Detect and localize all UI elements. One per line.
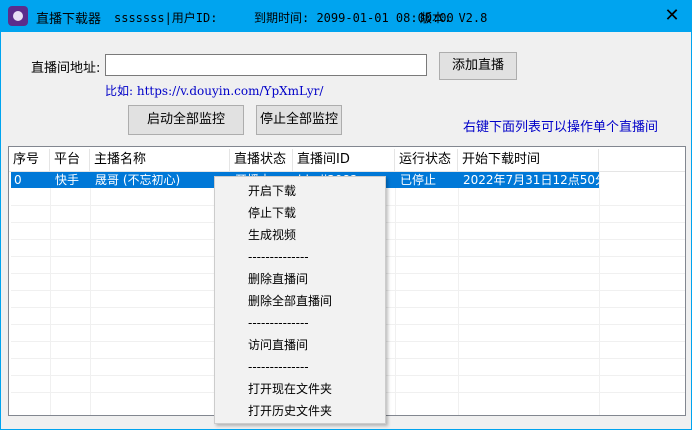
url-example-text: 比如: https://v.douyin.com/YpXmLyr/ xyxy=(105,84,324,98)
stop-all-monitor-button[interactable]: 停止全部监控 xyxy=(256,105,342,135)
menu-item-open-current-folder[interactable]: 打开现在文件夹 xyxy=(248,380,332,398)
app-window: 直播下载器 sssssss|用户ID: 到期时间: 2099-01-01 08:… xyxy=(0,0,692,430)
title-bar[interactable]: 直播下载器 sssssss|用户ID: 到期时间: 2099-01-01 08:… xyxy=(0,0,692,32)
column-header-platform[interactable]: 平台 xyxy=(50,149,90,171)
version-label: 版本: V2.8 xyxy=(420,11,488,25)
cell-streamer: 晟哥 (不忘初心) xyxy=(95,173,181,187)
menu-item-stop-download[interactable]: 停止下载 xyxy=(248,204,296,222)
menu-separator: -------------- xyxy=(248,250,309,264)
column-gridline xyxy=(90,172,91,415)
menu-item-start-download[interactable]: 开启下载 xyxy=(248,182,296,200)
context-menu: 开启下载 停止下载 生成视频 -------------- 删除直播间 删除全部… xyxy=(214,176,386,424)
column-header-streamer[interactable]: 主播名称 xyxy=(90,149,230,171)
url-label: 直播间地址: xyxy=(31,61,101,76)
column-header-run-status[interactable]: 运行状态 xyxy=(395,149,458,171)
window-title: 直播下载器 xyxy=(36,12,102,27)
url-input[interactable] xyxy=(105,54,427,76)
column-gridline xyxy=(599,172,600,415)
user-id-label: sssssss|用户ID: xyxy=(114,11,218,25)
column-gridline xyxy=(458,172,459,415)
right-click-hint: 右键下面列表可以操作单个直播间 xyxy=(463,120,659,135)
menu-separator: -------------- xyxy=(248,360,309,374)
close-icon[interactable]: ✕ xyxy=(662,6,682,26)
start-all-monitor-button[interactable]: 启动全部监控 xyxy=(128,105,244,135)
cell-run-status: 已停止 xyxy=(400,173,437,187)
column-header-live-status[interactable]: 直播状态 xyxy=(230,149,293,171)
cell-platform: 快手 xyxy=(55,173,80,187)
menu-item-open-history-folder[interactable]: 打开历史文件夹 xyxy=(248,402,332,420)
menu-item-delete-room[interactable]: 删除直播间 xyxy=(248,270,308,288)
column-header-room-id[interactable]: 直播间ID xyxy=(293,149,395,171)
cell-start-time: 2022年7月31日12点50分 xyxy=(463,173,599,187)
column-header-index[interactable]: 序号 xyxy=(9,149,50,171)
cell-index: 0 xyxy=(14,173,22,187)
menu-item-visit-room[interactable]: 访问直播间 xyxy=(248,336,308,354)
menu-separator: -------------- xyxy=(248,316,309,330)
column-gridline xyxy=(395,172,396,415)
column-header-start-time[interactable]: 开始下载时间 xyxy=(458,149,599,171)
column-gridline xyxy=(50,172,51,415)
add-stream-button[interactable]: 添加直播 xyxy=(439,52,517,80)
app-logo-icon xyxy=(8,6,28,26)
menu-item-generate-video[interactable]: 生成视频 xyxy=(248,226,296,244)
menu-item-delete-all-rooms[interactable]: 删除全部直播间 xyxy=(248,292,332,310)
